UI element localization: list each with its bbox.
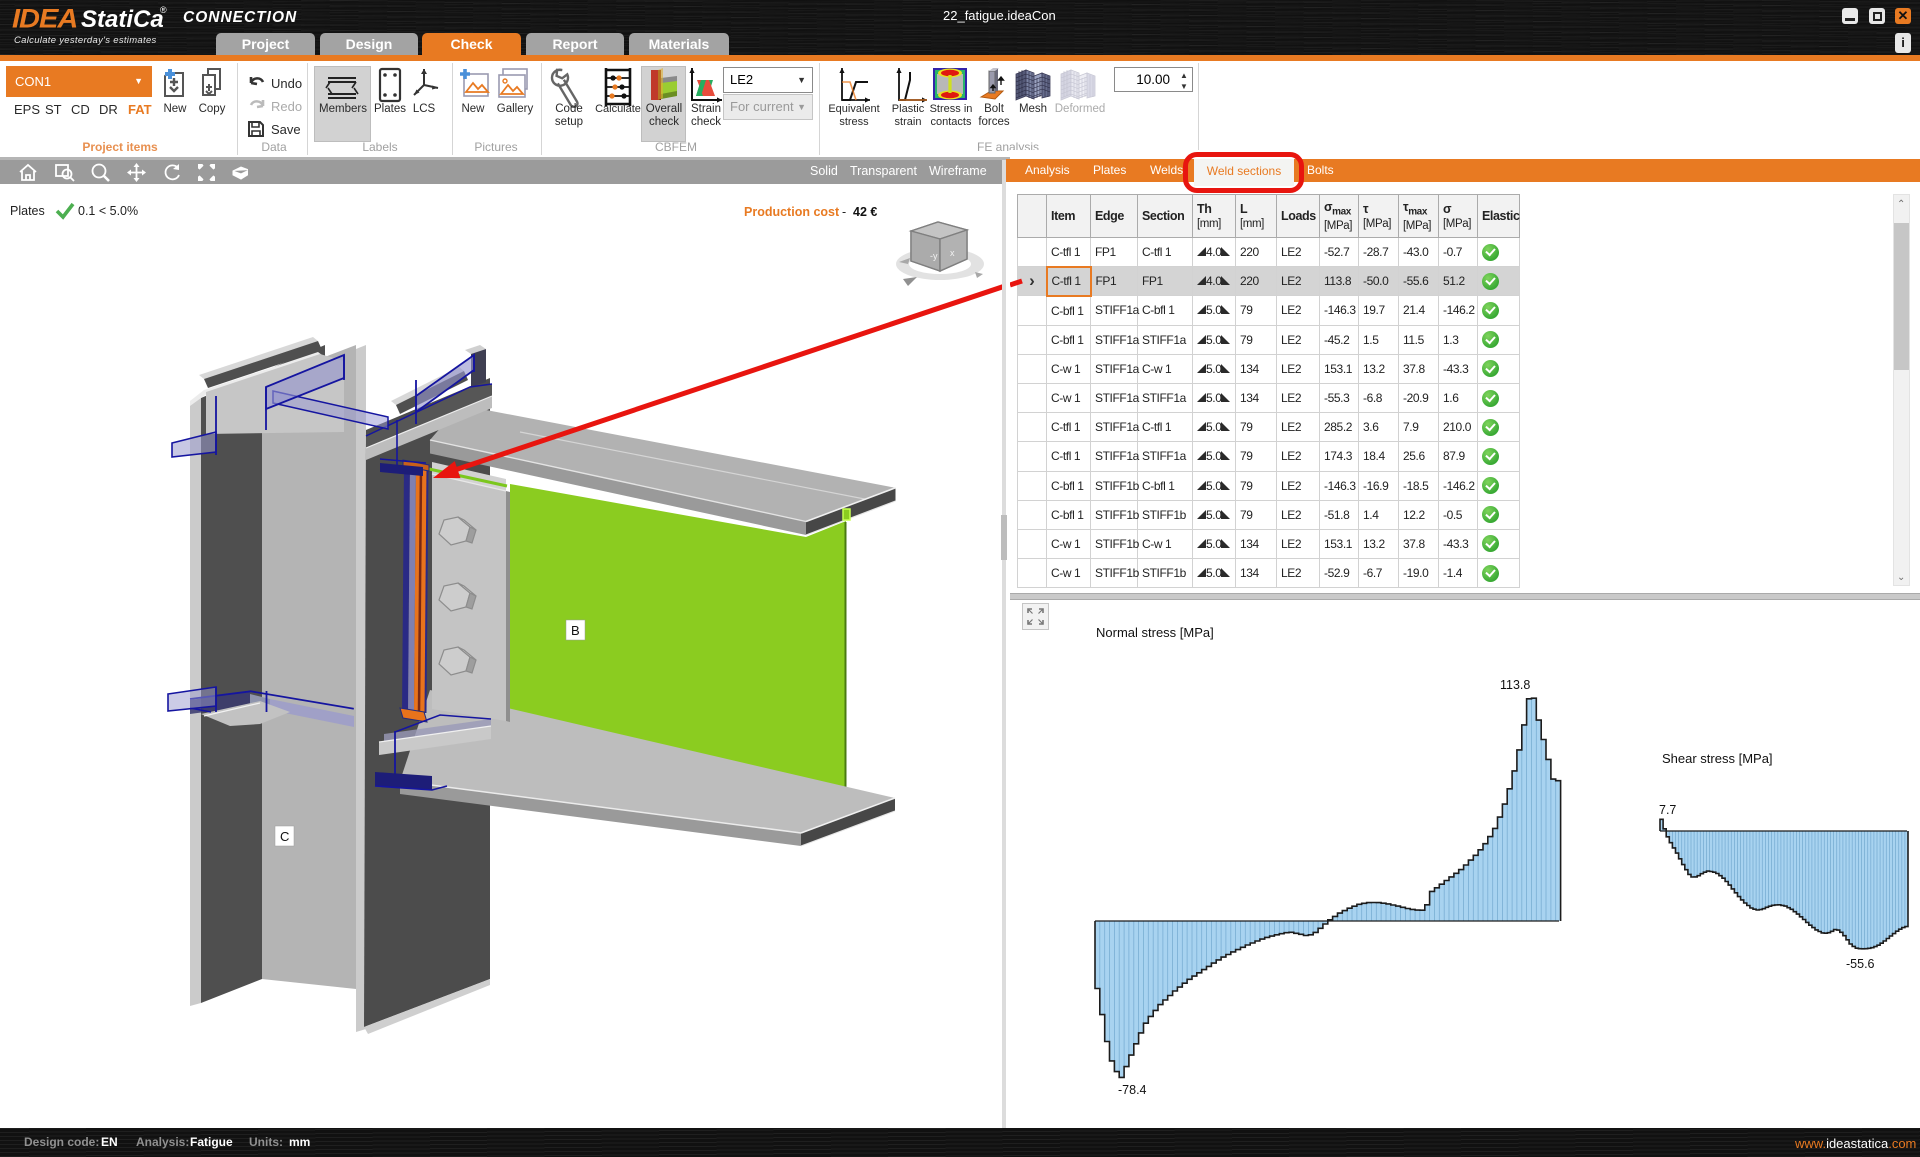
- svg-text:-78.4: -78.4: [1118, 1083, 1147, 1097]
- svg-text:Normal stress [MPa]: Normal stress [MPa]: [1096, 625, 1214, 640]
- svg-text:-y: -y: [930, 251, 938, 261]
- svg-text:x: x: [950, 248, 955, 258]
- svg-text:Shear stress [MPa]: Shear stress [MPa]: [1662, 751, 1773, 766]
- svg-text:-55.6: -55.6: [1846, 957, 1875, 971]
- svg-text:7.7: 7.7: [1659, 803, 1676, 817]
- svg-text:B: B: [571, 623, 580, 638]
- svg-text:113.8: 113.8: [1500, 678, 1530, 692]
- svg-text:C: C: [280, 829, 289, 844]
